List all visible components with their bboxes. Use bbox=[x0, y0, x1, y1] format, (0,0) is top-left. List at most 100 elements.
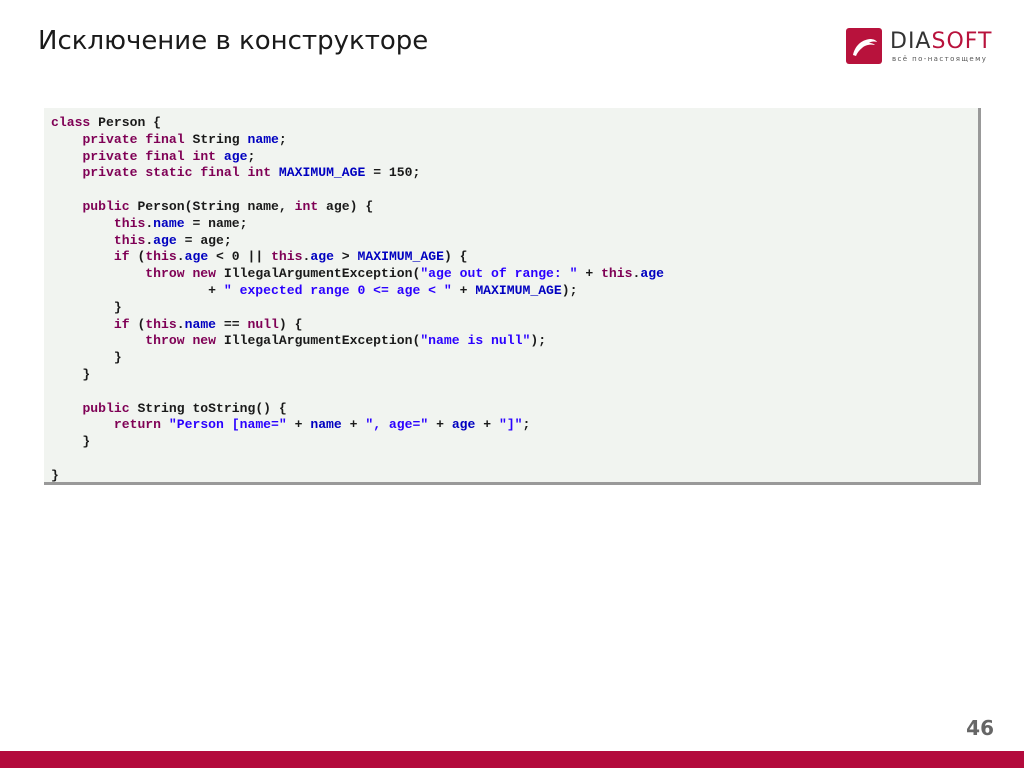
code-line: } bbox=[51, 350, 122, 365]
code-text: ; bbox=[522, 417, 531, 433]
code-keyword: throw bbox=[145, 333, 185, 349]
code-text: ); bbox=[530, 333, 547, 349]
code-text: } bbox=[51, 366, 91, 382]
code-keyword: class bbox=[51, 115, 91, 130]
code-field: name bbox=[184, 316, 217, 332]
code-keyword: if bbox=[113, 316, 130, 332]
code-keyword: new bbox=[192, 266, 217, 282]
code-text: IllegalArgumentException( bbox=[216, 333, 421, 349]
code-line: } bbox=[51, 434, 90, 449]
code-field: name bbox=[247, 131, 279, 147]
code-line: private static final int MAXIMUM_AGE = 1… bbox=[51, 165, 420, 180]
code-text: } bbox=[51, 467, 59, 483]
code-keyword: this bbox=[601, 266, 633, 282]
code-text: String bbox=[184, 131, 248, 147]
code-text: ) { bbox=[278, 316, 303, 332]
diasoft-logo: DIASOFT всё по-настоящему bbox=[846, 28, 1006, 68]
code-field: age bbox=[310, 249, 334, 265]
code-text: } bbox=[51, 299, 122, 315]
code-string: "Person [name=" bbox=[168, 417, 287, 433]
code-text: + bbox=[451, 282, 476, 298]
logo-wordmark: DIASOFT bbox=[890, 29, 992, 54]
code-keyword: null bbox=[247, 316, 279, 332]
code-line: this.name = name; bbox=[51, 215, 248, 231]
code-text: + bbox=[51, 282, 224, 298]
code-field: MAXIMUM_AGE bbox=[278, 165, 366, 181]
code-line: if (this.name == null) { bbox=[51, 317, 303, 332]
code-text: == bbox=[216, 316, 248, 332]
slide-title: Исключение в конструкторе bbox=[38, 26, 429, 56]
code-text: ( bbox=[129, 316, 146, 332]
logo-word-prefix: DIA bbox=[890, 29, 932, 54]
code-line: } bbox=[51, 367, 90, 382]
code-text: + bbox=[286, 417, 311, 433]
code-text: ) { bbox=[443, 249, 468, 265]
code-keyword: final bbox=[145, 131, 185, 147]
code-string: " expected range 0 <= age < " bbox=[223, 282, 452, 298]
code-text: age) { bbox=[318, 198, 374, 214]
code-text: Person { bbox=[90, 115, 162, 130]
code-line: return "Person [name=" + name + ", age="… bbox=[51, 417, 531, 433]
code-text: + bbox=[341, 417, 366, 433]
code-text: = 150; bbox=[365, 165, 421, 181]
code-keyword: private bbox=[82, 165, 138, 181]
code-text: } bbox=[51, 434, 91, 450]
code-keyword: int bbox=[294, 198, 319, 214]
code-string: "age out of range: " bbox=[420, 266, 578, 282]
code-field: age bbox=[223, 148, 248, 164]
code-keyword: throw bbox=[145, 266, 185, 282]
code-text: String toString() { bbox=[129, 400, 287, 416]
code-text: + bbox=[577, 266, 602, 282]
code-keyword: this bbox=[145, 316, 177, 332]
code-field: age bbox=[451, 417, 476, 433]
code-keyword: public bbox=[82, 400, 130, 416]
code-line: throw new IllegalArgumentException("name… bbox=[51, 333, 546, 348]
code-line: + " expected range 0 <= age < " + MAXIMU… bbox=[51, 283, 577, 298]
logo-word-suffix: SOFT bbox=[931, 29, 993, 54]
code-field: age bbox=[153, 232, 177, 248]
code-keyword: final bbox=[200, 165, 240, 181]
code-keyword: private bbox=[82, 148, 138, 164]
code-text: } bbox=[51, 350, 122, 366]
code-keyword: public bbox=[82, 198, 130, 214]
code-text: . bbox=[176, 316, 185, 332]
dolphin-icon bbox=[846, 28, 882, 64]
code-text: . bbox=[145, 215, 154, 231]
code-field: age bbox=[184, 249, 209, 265]
code-line: private final int age; bbox=[51, 149, 255, 164]
code-keyword: this bbox=[113, 232, 146, 248]
code-field: MAXIMUM_AGE bbox=[357, 249, 444, 265]
code-line: private final String name; bbox=[51, 131, 286, 147]
code-line: } bbox=[51, 300, 122, 315]
code-field: MAXIMUM_AGE bbox=[475, 282, 562, 298]
code-text: IllegalArgumentException( bbox=[216, 266, 421, 282]
footer-bar bbox=[0, 751, 1024, 768]
code-text: Person(String name, bbox=[129, 198, 295, 214]
code-text: ); bbox=[561, 282, 578, 298]
code-text: + bbox=[475, 417, 499, 433]
code-text: < 0 || bbox=[208, 249, 272, 265]
code-line: public String toString() { bbox=[51, 400, 287, 416]
code-text: . bbox=[176, 249, 185, 265]
code-block: class Person { private final String name… bbox=[44, 108, 981, 485]
code-keyword: final bbox=[145, 148, 185, 164]
code-text: = age; bbox=[176, 232, 232, 248]
code-line: throw new IllegalArgumentException("age … bbox=[51, 266, 664, 281]
code-keyword: this bbox=[113, 215, 146, 231]
code-text: . bbox=[145, 232, 154, 248]
code-keyword: static bbox=[145, 165, 193, 181]
code-keyword: private bbox=[82, 131, 138, 147]
